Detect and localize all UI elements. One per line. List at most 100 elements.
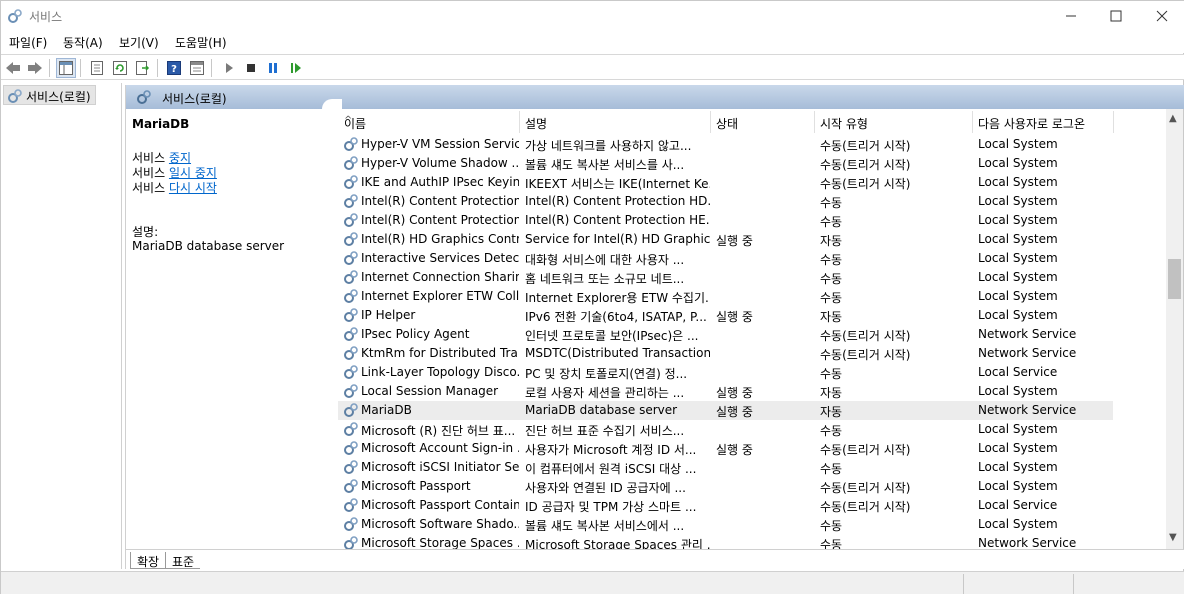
resume-service-button[interactable] (286, 58, 306, 78)
service-row[interactable]: Microsoft (R) 진단 허브 표... 진단 허브 표준 수집기 서비스… (338, 420, 1113, 439)
column-label: 상태 (716, 117, 739, 131)
service-name: MariaDB (361, 403, 412, 417)
service-row[interactable]: Microsoft iSCSI Initiator Se... 이 컴퓨터에서 원… (338, 458, 1113, 477)
pause-service-button[interactable] (263, 58, 283, 78)
column-header-name[interactable]: 이름 ^ (338, 109, 519, 133)
service-row[interactable]: Interactive Services Detecti... 대화형 서비스에 … (338, 249, 1113, 268)
menu-file[interactable]: 파일(F) (9, 34, 47, 51)
show-hide-tree-button[interactable] (56, 58, 76, 78)
menu-action[interactable]: 동작(A) (63, 34, 103, 51)
back-button[interactable] (3, 58, 23, 78)
selected-service-name: MariaDB (132, 117, 190, 131)
service-log-on-as: Network Service (978, 346, 1077, 360)
services-panel: 서비스(로컬) MariaDB 서비스 중지 서비스 일시 중지 서비스 다시 … (125, 85, 1184, 569)
service-name: Microsoft (R) 진단 허브 표... (361, 424, 516, 438)
properties-button[interactable] (87, 58, 107, 78)
service-row[interactable]: IPsec Policy Agent 인터넷 프로토콜 보안(IPsec)은 ..… (338, 325, 1113, 344)
menu-help[interactable]: 도움말(H) (175, 34, 227, 51)
service-log-on-as: Local System (978, 156, 1058, 170)
vertical-scrollbar[interactable]: ▲ ▼ (1166, 109, 1183, 549)
service-row[interactable]: Microsoft Passport Container ID 공급자 및 TPM… (338, 496, 1113, 515)
service-startup-type: 수동 (820, 196, 843, 210)
service-gear-icon (344, 308, 358, 322)
tab-extended[interactable]: 확장 (130, 552, 167, 569)
service-row[interactable]: MariaDB MariaDB database server 실행 중 자동 Netw… (338, 401, 1113, 420)
service-description: PC 및 장치 토폴로지(연결) 정... (525, 367, 688, 381)
pause-service-link[interactable]: 일시 중지 (169, 166, 217, 180)
start-service-icon (226, 63, 233, 73)
service-gear-icon (344, 441, 358, 455)
minimize-button[interactable] (1048, 1, 1094, 31)
column-header-status[interactable]: 상태 (710, 109, 814, 133)
service-description: 볼륨 섀도 복사본 서비스에서 ... (525, 519, 685, 533)
scroll-up-icon[interactable]: ▲ (1169, 113, 1177, 124)
service-log-on-as: Local System (978, 308, 1058, 322)
service-description: 인터넷 프로토콜 보안(IPsec)은 ... (525, 329, 699, 343)
close-button[interactable] (1139, 1, 1184, 31)
service-startup-type: 수동 (820, 291, 843, 305)
service-row[interactable]: Intel(R) HD Graphics Contr... Service for… (338, 230, 1113, 249)
service-startup-type: 수동(트리거 시작) (820, 329, 911, 343)
stop-service-icon (247, 64, 255, 72)
tree-item-services-local[interactable]: 서비스(로컬) (3, 85, 96, 105)
export-list-button[interactable] (133, 58, 153, 78)
action-prefix: 서비스 (132, 181, 169, 195)
service-description: Microsoft Storage Spaces 관리 ... (525, 538, 710, 549)
service-row[interactable]: IKE and AuthIP IPsec Keyin... IKEEXT 서비스는… (338, 173, 1113, 192)
service-row[interactable]: IP Helper IPv6 전환 기술(6to4, ISATAP, P... 실행… (338, 306, 1113, 325)
services-window: 서비스 파일(F) 동작(A) 보기(V) 도움말(H) ? 서비스(로컬) 서… (0, 0, 1184, 594)
service-row[interactable]: Internet Explorer ETW Colle... Internet E… (338, 287, 1113, 306)
service-name: KtmRm for Distributed Tra... (361, 346, 519, 360)
service-row[interactable]: KtmRm for Distributed Tra... MSDTC(Distri… (338, 344, 1113, 363)
tab-standard[interactable]: 표준 (166, 552, 201, 569)
service-row[interactable]: Local Session Manager 로컬 사용자 세션을 관리하는 ...… (338, 382, 1113, 401)
service-startup-type: 수동(트리거 시작) (820, 500, 911, 514)
service-name: Intel(R) Content Protection... (361, 194, 519, 208)
service-row[interactable]: Intel(R) Content Protection... Intel(R) C… (338, 211, 1113, 230)
service-log-on-as: Local System (978, 289, 1058, 303)
service-gear-icon (344, 536, 358, 549)
service-log-on-as: Local Service (978, 498, 1058, 512)
column-header-log-on-as[interactable]: 다음 사용자로 로그온 (972, 109, 1113, 133)
service-row[interactable]: Microsoft Storage Spaces ... Microsoft St… (338, 534, 1113, 549)
service-row[interactable]: Microsoft Account Sign-in ... 사용자가 Micros… (338, 439, 1113, 458)
service-status: 실행 중 (716, 443, 753, 457)
forward-button[interactable] (25, 58, 45, 78)
scroll-down-icon[interactable]: ▼ (1169, 532, 1177, 543)
service-log-on-as: Local System (978, 251, 1058, 265)
service-row[interactable]: Link-Layer Topology Disco... PC 및 장치 토폴로지… (338, 363, 1113, 382)
service-name: Microsoft Passport Container (361, 498, 519, 512)
maximize-button[interactable] (1093, 1, 1139, 31)
service-gear-icon (344, 403, 358, 417)
close-icon (1156, 10, 1168, 22)
service-startup-type: 수동(트리거 시작) (820, 177, 911, 191)
service-row[interactable]: Internet Connection Sharin... 홈 네트워크 또는 소… (338, 268, 1113, 287)
column-header-description[interactable]: 설명 (519, 109, 710, 133)
refresh-button[interactable] (110, 58, 130, 78)
service-gear-icon (344, 479, 358, 493)
properties-icon (91, 61, 103, 75)
service-row[interactable]: Intel(R) Content Protection... Intel(R) C… (338, 192, 1113, 211)
service-log-on-as: Network Service (978, 403, 1077, 417)
column-header-startup-type[interactable]: 시작 유형 (814, 109, 972, 133)
help-button[interactable]: ? (164, 58, 184, 78)
start-service-button[interactable] (219, 58, 239, 78)
service-row[interactable]: Hyper-V Volume Shadow ... 볼륨 섀도 복사본 서비스를 … (338, 154, 1113, 173)
service-name: Internet Explorer ETW Colle... (361, 289, 519, 303)
service-row[interactable]: Microsoft Passport 사용자와 연결된 ID 공급자에 ... 수동… (338, 477, 1113, 496)
service-row[interactable]: Hyper-V VM Session Service 가상 네트워크를 사용하지 … (338, 135, 1113, 154)
stop-service-button[interactable] (241, 58, 261, 78)
stop-service-link[interactable]: 중지 (169, 151, 191, 165)
scroll-thumb[interactable] (1168, 259, 1181, 299)
menu-view[interactable]: 보기(V) (119, 34, 159, 51)
service-name: Internet Connection Sharin... (361, 270, 519, 284)
service-row[interactable]: Microsoft Software Shado... 볼륨 섀도 복사본 서비스… (338, 515, 1113, 534)
view-button[interactable] (187, 58, 207, 78)
restart-service-link[interactable]: 다시 시작 (169, 181, 217, 195)
refresh-icon (113, 61, 127, 75)
service-gear-icon (344, 156, 358, 170)
service-gear-icon (344, 213, 358, 227)
service-log-on-as: Local System (978, 194, 1058, 208)
service-description: 사용자가 Microsoft 계정 ID 서... (525, 443, 697, 457)
service-status: 실행 중 (716, 405, 753, 419)
